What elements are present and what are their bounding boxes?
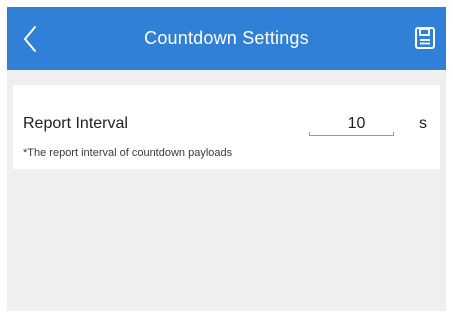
interval-unit: s — [419, 115, 427, 132]
app-screen: Countdown Settings Report Interval s *Th… — [7, 7, 446, 311]
report-interval-input[interactable] — [309, 113, 394, 135]
input-underline — [309, 132, 394, 136]
back-button[interactable] — [17, 25, 43, 53]
save-button[interactable] — [412, 24, 438, 52]
top-app-bar: Countdown Settings — [7, 7, 446, 70]
report-interval-field[interactable] — [309, 113, 394, 137]
save-icon — [415, 27, 435, 49]
report-interval-card: Report Interval s *The report interval o… — [13, 85, 440, 169]
report-interval-label: Report Interval — [23, 115, 128, 132]
report-interval-hint: *The report interval of countdown payloa… — [23, 147, 233, 159]
page-title: Countdown Settings — [144, 28, 309, 48]
chevron-left-icon — [24, 26, 36, 52]
